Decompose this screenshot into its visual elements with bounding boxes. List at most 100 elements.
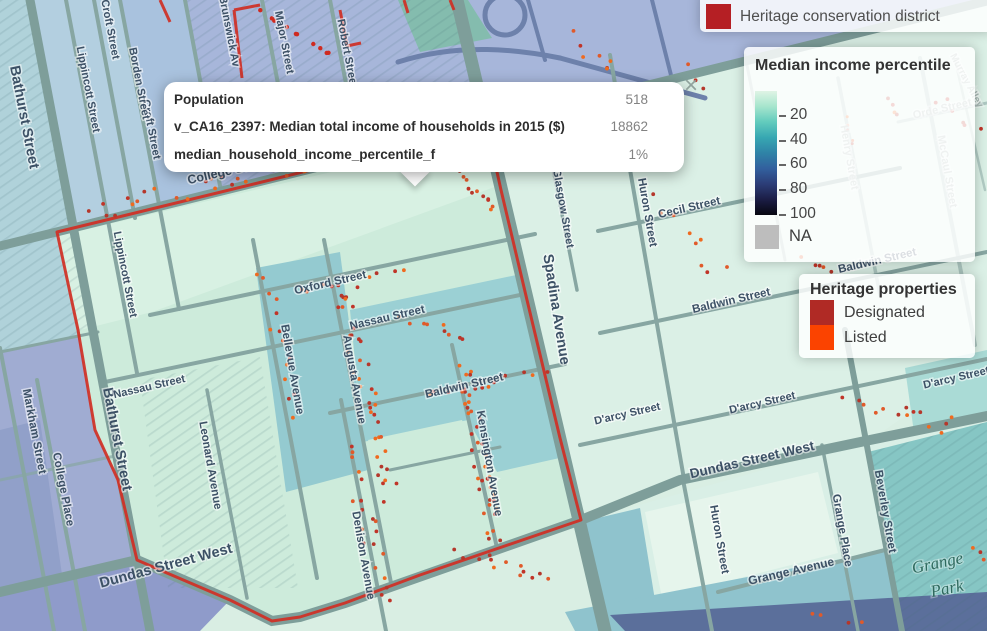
heritage-property-dot[interactable] [725,265,729,269]
heritage-property-dot[interactable] [818,264,822,268]
heritage-property-dot[interactable] [408,322,412,326]
heritage-property-dot[interactable] [897,413,901,417]
heritage-property-dot[interactable] [425,323,429,327]
heritage-property-dot[interactable] [350,445,354,449]
heritage-property-dot[interactable] [236,177,240,181]
heritage-property-dot[interactable] [482,512,486,516]
heritage-property-dot[interactable] [359,499,363,503]
heritage-property-dot[interactable] [475,189,479,193]
heritage-property-dot[interactable] [101,202,105,206]
heritage-property-dot[interactable] [341,305,345,309]
heritage-property-dot[interactable] [518,574,522,578]
heritage-property-dot[interactable] [982,558,986,562]
heritage-property-dot[interactable] [470,191,474,195]
heritage-property-dot[interactable] [694,242,698,246]
heritage-property-dot[interactable] [244,180,248,184]
heritage-property-dot[interactable] [491,529,495,533]
heritage-property-dot[interactable] [504,560,508,564]
heritage-property-dot[interactable] [819,613,823,617]
heritage-property-dot[interactable] [452,548,456,552]
heritage-property-dot[interactable] [230,183,234,187]
heritage-property-dot[interactable] [476,477,480,481]
heritage-property-dot[interactable] [581,55,585,59]
heritage-property-dot[interactable] [874,411,878,415]
heritage-property-dot[interactable] [186,197,190,201]
heritage-property-dot[interactable] [382,500,386,504]
heritage-property-dot[interactable] [477,488,481,492]
heritage-property-dot[interactable] [609,59,613,63]
heritage-property-dot[interactable] [369,410,373,414]
heritage-property-dot[interactable] [350,455,354,459]
heritage-property-dot[interactable] [840,396,844,400]
heritage-property-dot[interactable] [213,187,217,191]
heritage-property-dot[interactable] [376,420,380,424]
heritage-property-dot[interactable] [175,196,179,200]
heritage-property-dot[interactable] [375,530,379,534]
heritage-property-dot[interactable] [384,449,388,453]
heritage-property-dot[interactable] [142,190,146,194]
heritage-property-dot[interactable] [458,364,462,368]
heritage-property-dot[interactable] [356,285,360,289]
heritage-property-dot[interactable] [579,44,583,48]
heritage-property-dot[interactable] [275,297,279,301]
heritage-property-dot[interactable] [686,62,690,66]
heritage-property-dot[interactable] [462,175,466,179]
heritage-property-dot[interactable] [126,196,130,200]
heritage-property-dot[interactable] [905,413,909,417]
heritage-property-dot[interactable] [340,294,344,298]
heritage-property-dot[interactable] [862,403,866,407]
heritage-property-dot[interactable] [357,470,361,474]
heritage-property-dot[interactable] [152,187,156,191]
heritage-property-dot[interactable] [283,377,287,381]
heritage-property-dot[interactable] [466,406,470,410]
heritage-property-dot[interactable] [255,273,259,277]
heritage-property-dot[interactable] [470,432,474,436]
heritage-property-dot[interactable] [467,411,471,415]
heritage-property-dot[interactable] [530,576,534,580]
heritage-property-dot[interactable] [465,178,469,182]
heritage-property-dot[interactable] [105,214,109,218]
heritage-property-dot[interactable] [481,194,485,198]
heritage-property-dot[interactable] [489,558,493,562]
heritage-property-dot[interactable] [503,374,507,378]
heritage-property-dot[interactable] [814,263,818,267]
heritage-property-dot[interactable] [367,363,371,367]
heritage-property-dot[interactable] [285,174,289,178]
heritage-property-dot[interactable] [268,328,272,332]
heritage-property-dot[interactable] [461,556,465,560]
popup-close-button[interactable]: × [684,74,698,98]
heritage-property-dot[interactable] [275,311,279,315]
heritage-property-dot[interactable] [294,32,298,36]
heritage-property-dot[interactable] [700,264,704,268]
heritage-property-dot[interactable] [572,29,576,33]
heritage-property-dot[interactable] [498,539,502,543]
heritage-property-dot[interactable] [468,393,472,397]
heritage-property-dot[interactable] [267,292,271,296]
heritage-property-dot[interactable] [847,621,851,625]
heritage-property-dot[interactable] [358,359,362,363]
heritage-property-dot[interactable] [287,397,291,401]
heritage-property-dot[interactable] [486,198,490,202]
heritage-property-dot[interactable] [699,238,703,242]
heritage-property-dot[interactable] [605,67,609,71]
heritage-property-dot[interactable] [950,415,954,419]
heritage-property-dot[interactable] [522,370,526,374]
heritage-property-dot[interactable] [393,269,397,273]
heritage-property-dot[interactable] [468,373,472,377]
heritage-property-dot[interactable] [344,297,348,301]
heritage-property-dot[interactable] [447,333,451,337]
heritage-property-dot[interactable] [113,214,117,218]
heritage-property-dot[interactable] [336,305,340,309]
heritage-property-dot[interactable] [402,268,406,272]
heritage-property-dot[interactable] [383,479,387,483]
heritage-property-dot[interactable] [480,479,484,483]
heritage-property-dot[interactable] [860,620,864,624]
heritage-property-dot[interactable] [881,407,885,411]
heritage-property-dot[interactable] [87,209,91,213]
heritage-property-dot[interactable] [522,570,526,574]
heritage-property-dot[interactable] [463,402,467,406]
heritage-property-dot[interactable] [811,612,815,616]
heritage-property-dot[interactable] [385,586,389,590]
heritage-property-dot[interactable] [469,370,473,374]
heritage-property-dot[interactable] [822,265,826,269]
